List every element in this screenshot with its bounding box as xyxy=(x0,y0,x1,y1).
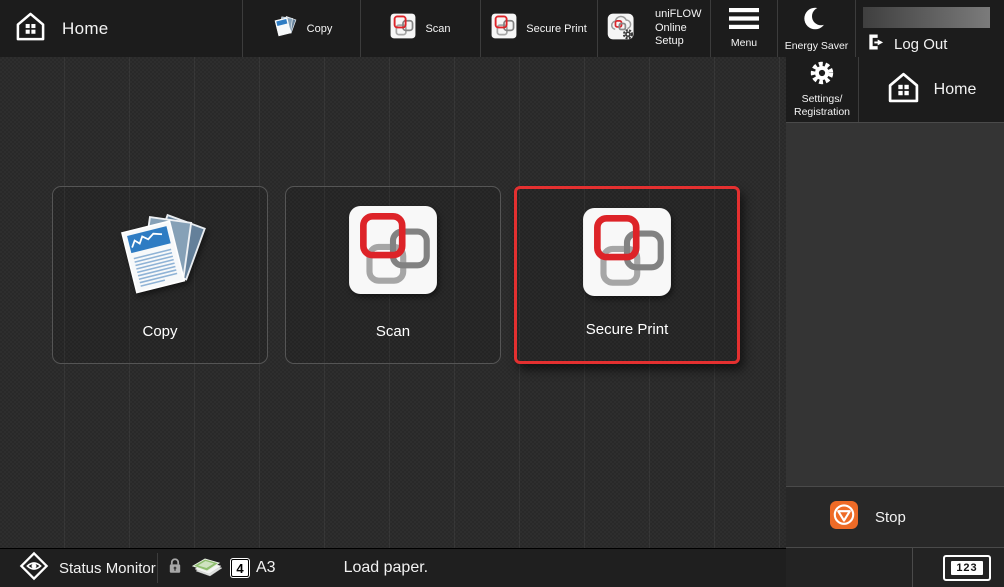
tab-secure-print[interactable]: Secure Print xyxy=(480,0,597,57)
tab-secure-print-label: Secure Print xyxy=(526,23,587,35)
app-tile-icon xyxy=(390,13,416,44)
numeric-keypad-button[interactable]: 123 xyxy=(943,555,991,581)
energy-saver-button[interactable]: Energy Saver xyxy=(777,0,855,57)
home-button[interactable]: Home xyxy=(0,0,242,57)
app-tile-icon xyxy=(581,206,673,303)
menu-label: Menu xyxy=(731,37,757,50)
stop-label: Stop xyxy=(875,509,906,526)
tab-copy[interactable]: Copy xyxy=(242,0,360,57)
log-out-row: Log Out xyxy=(863,32,947,57)
tile-copy[interactable]: Copy xyxy=(52,186,268,364)
settings-label-line2: Registration xyxy=(794,106,850,118)
log-out-door-icon xyxy=(866,32,886,57)
settings-label-line1: Settings/ xyxy=(802,93,843,105)
gear-icon xyxy=(809,60,835,91)
status-bar: Status Monitor 4 A3 xyxy=(0,548,786,587)
tab-copy-label: Copy xyxy=(307,23,333,35)
home-icon xyxy=(15,11,46,47)
tile-copy-label: Copy xyxy=(142,323,177,340)
app-tile-icon xyxy=(491,13,517,44)
home-icon xyxy=(887,71,920,109)
copy-pages-icon xyxy=(108,204,212,313)
paper-ream-icon xyxy=(190,552,224,584)
tab-uniflow-online-setup[interactable]: uniFLOW Online Setup xyxy=(597,0,710,57)
tab-uniflow-label: uniFLOW Online Setup xyxy=(655,8,710,49)
status-monitor-eye-icon xyxy=(18,550,50,587)
bottom-right-empty-cell xyxy=(786,548,913,587)
cloud-gears-icon xyxy=(606,11,637,47)
log-out-label: Log Out xyxy=(894,36,947,53)
tile-secure-print-label: Secure Print xyxy=(586,321,669,338)
energy-saver-label: Energy Saver xyxy=(785,40,849,53)
stop-button[interactable]: Stop xyxy=(786,486,1004,547)
log-out-button[interactable]: Log Out xyxy=(855,0,1004,57)
moon-icon xyxy=(803,5,830,37)
settings-row: Settings/ Registration Home xyxy=(786,57,1004,122)
status-message: Load paper. xyxy=(344,559,429,577)
keypad-123-label: 123 xyxy=(951,561,982,575)
settings-registration-label: Settings/ Registration xyxy=(794,93,850,118)
tab-uniflow-label-line2: Setup xyxy=(655,35,684,47)
copy-pages-icon xyxy=(271,13,298,45)
status-monitor-label: Status Monitor xyxy=(59,560,156,577)
hamburger-menu-icon xyxy=(729,8,759,34)
right-empty-panel xyxy=(786,122,1004,486)
stop-icon xyxy=(830,501,858,534)
printer-touchscreen: Home Copy xyxy=(0,0,1004,587)
app-tile-icon xyxy=(347,204,439,301)
home-shortcut-button[interactable]: Home xyxy=(858,57,1004,122)
tab-scan[interactable]: Scan xyxy=(360,0,480,57)
tab-scan-label: Scan xyxy=(425,23,450,35)
lock-icon xyxy=(167,557,183,580)
right-column: Settings/ Registration Home xyxy=(786,57,1004,587)
top-bar: Home Copy xyxy=(0,0,1004,57)
tile-scan-label: Scan xyxy=(376,323,410,340)
menu-button[interactable]: Menu xyxy=(710,0,777,57)
tile-scan[interactable]: Scan xyxy=(285,186,501,364)
settings-registration-button[interactable]: Settings/ Registration xyxy=(786,57,858,122)
bottom-right-row: 123 xyxy=(786,547,1004,587)
user-name-redacted-block xyxy=(863,7,990,28)
paper-status-group: 4 A3 xyxy=(158,552,276,584)
paper-size-label: A3 xyxy=(256,559,276,577)
paper-tray-number-badge: 4 xyxy=(231,559,249,577)
tile-secure-print-selected[interactable]: Secure Print xyxy=(514,186,740,364)
tab-uniflow-label-line1: uniFLOW Online xyxy=(655,8,701,34)
home-screen-area: Copy Scan Secu xyxy=(0,57,786,548)
home-label: Home xyxy=(62,19,109,39)
home-shortcut-label: Home xyxy=(934,81,977,99)
status-monitor-button[interactable]: Status Monitor xyxy=(0,550,157,587)
